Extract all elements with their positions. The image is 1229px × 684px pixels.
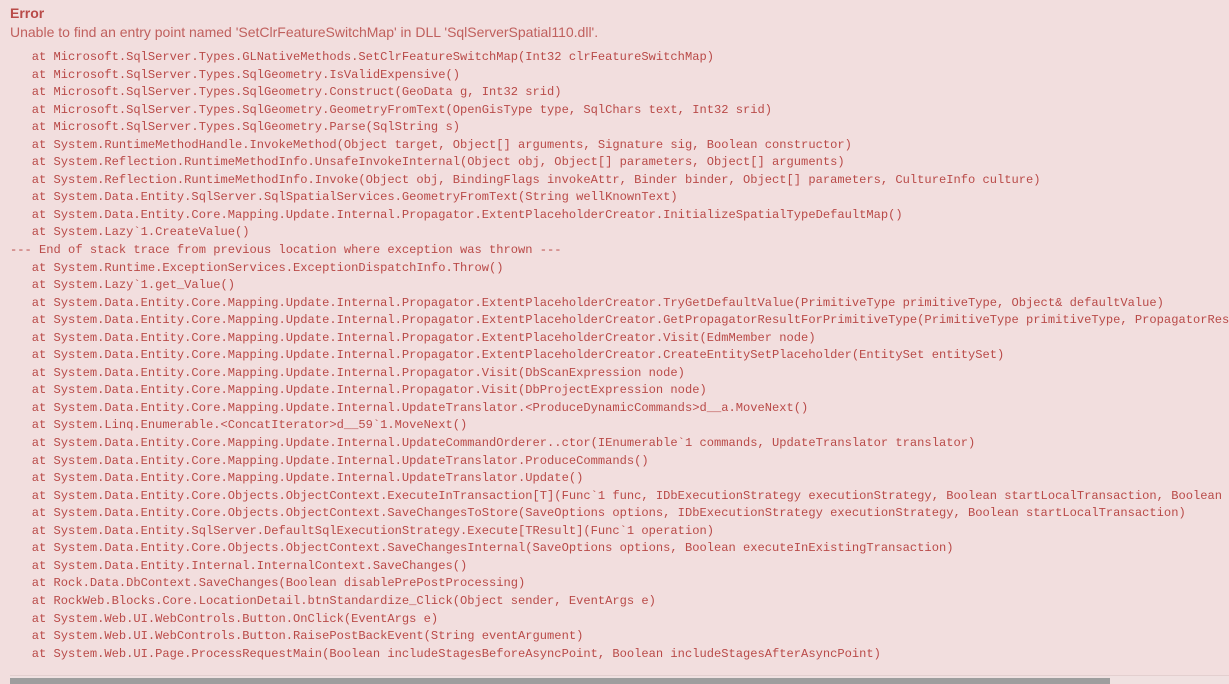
stack-trace-line: at System.Data.Entity.SqlServer.DefaultS…	[10, 523, 714, 538]
error-content: Error Unable to find an entry point name…	[0, 0, 1229, 676]
stack-trace-line: at System.Data.Entity.Core.Objects.Objec…	[10, 488, 1229, 503]
stack-trace-line: at System.Data.Entity.Core.Mapping.Updat…	[10, 400, 809, 415]
stack-trace-line: at Microsoft.SqlServer.Types.SqlGeometry…	[10, 102, 773, 117]
stack-trace-line: at System.Data.Entity.Core.Mapping.Updat…	[10, 383, 707, 398]
horizontal-scrollbar[interactable]	[10, 675, 1229, 684]
stack-trace-line: at System.Data.Entity.Core.Objects.Objec…	[10, 541, 954, 556]
stack-trace-line: at System.Data.Entity.Internal.InternalC…	[10, 558, 468, 573]
stack-trace-line: at System.Lazy`1.CreateValue()	[10, 225, 250, 240]
error-title: Error	[10, 5, 45, 21]
stack-trace-line: at System.Data.Entity.Core.Objects.Objec…	[10, 506, 1186, 521]
stack-trace-line: at Microsoft.SqlServer.Types.SqlGeometry…	[10, 85, 562, 100]
stack-trace-line: at System.Linq.Enumerable.<ConcatIterato…	[10, 418, 468, 433]
stack-trace-line: at Microsoft.SqlServer.Types.SqlGeometry…	[10, 120, 460, 135]
stack-trace-line: at System.Data.Entity.Core.Mapping.Updat…	[10, 348, 1005, 363]
error-message: Unable to find an entry point named 'Set…	[10, 24, 599, 40]
stack-trace-line: --- End of stack trace from previous loc…	[10, 243, 562, 258]
stack-trace-line: at System.Reflection.RuntimeMethodInfo.I…	[10, 172, 1041, 187]
stack-trace: at Microsoft.SqlServer.Types.GLNativeMet…	[10, 49, 1229, 663]
stack-trace-line: at System.Data.Entity.Core.Mapping.Updat…	[10, 365, 685, 380]
stack-trace-line: at System.Data.Entity.Core.Mapping.Updat…	[10, 207, 903, 222]
stack-trace-line: at System.Data.Entity.SqlServer.SqlSpati…	[10, 190, 678, 205]
stack-trace-line: at System.Data.Entity.Core.Mapping.Updat…	[10, 313, 1229, 328]
stack-trace-line: at System.Data.Entity.Core.Mapping.Updat…	[10, 295, 1164, 310]
stack-trace-line: at System.Data.Entity.Core.Mapping.Updat…	[10, 471, 584, 486]
horizontal-scroll-thumb[interactable]	[10, 678, 1110, 684]
stack-trace-line: at Rock.Data.DbContext.SaveChanges(Boole…	[10, 576, 526, 591]
stack-trace-line: at System.Data.Entity.Core.Mapping.Updat…	[10, 330, 816, 345]
stack-trace-line: at System.Reflection.RuntimeMethodInfo.U…	[10, 155, 845, 170]
stack-trace-line: at Microsoft.SqlServer.Types.GLNativeMet…	[10, 50, 714, 64]
error-panel: Error Unable to find an entry point name…	[0, 0, 1229, 684]
stack-trace-line: at System.Data.Entity.Core.Mapping.Updat…	[10, 453, 649, 468]
stack-trace-line: at Microsoft.SqlServer.Types.SqlGeometry…	[10, 67, 460, 82]
stack-trace-line: at System.Web.UI.Page.ProcessRequestMain…	[10, 646, 881, 661]
stack-trace-line: at RockWeb.Blocks.Core.LocationDetail.bt…	[10, 593, 656, 608]
stack-trace-line: at System.Lazy`1.get_Value()	[10, 278, 235, 293]
stack-trace-line: at System.Data.Entity.Core.Mapping.Updat…	[10, 436, 976, 451]
stack-trace-line: at System.Runtime.ExceptionServices.Exce…	[10, 260, 504, 275]
stack-trace-line: at System.RuntimeMethodHandle.InvokeMeth…	[10, 137, 852, 152]
stack-trace-line: at System.Web.UI.WebControls.Button.OnCl…	[10, 611, 439, 626]
stack-trace-line: at System.Web.UI.WebControls.Button.Rais…	[10, 629, 584, 644]
